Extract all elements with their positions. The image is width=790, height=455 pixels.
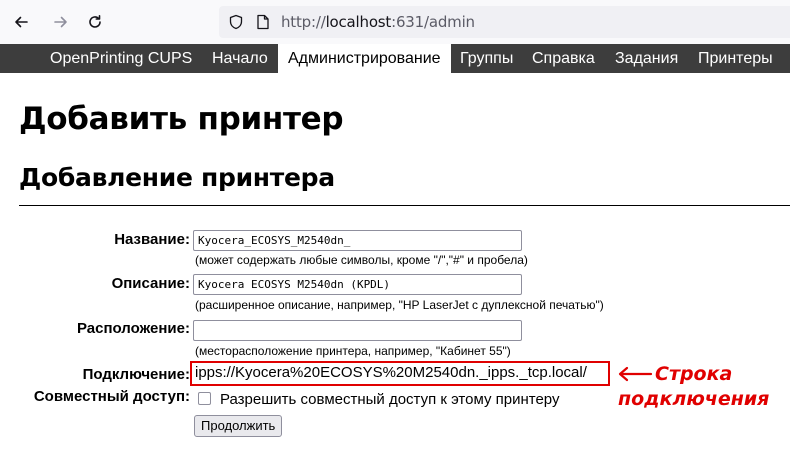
- location-hint: (месторасположение принтера, например, "…: [195, 344, 511, 358]
- sharing-checkbox[interactable]: [198, 392, 211, 405]
- description-input[interactable]: Kyocera ECOSYS M2540dn (KPDL): [193, 274, 522, 295]
- location-input[interactable]: [193, 320, 522, 341]
- page-title: Добавить принтер: [19, 101, 344, 137]
- sharing-checkbox-label[interactable]: Разрешить совместный доступ к этому прин…: [220, 391, 559, 408]
- reload-button[interactable]: [81, 8, 109, 36]
- cups-menu-bar: OpenPrinting CUPS Начало Администрирован…: [0, 44, 790, 73]
- connection-value: ipps://Kyocera%20ECOSYS%20M2540dn._ipps.…: [195, 364, 587, 381]
- description-hint: (расширенное описание, например, "HP Las…: [195, 298, 604, 312]
- description-label: Описание:: [111, 275, 190, 292]
- annotation-line-2: подключения: [618, 388, 770, 410]
- name-label: Название:: [114, 231, 190, 248]
- menu-item-help[interactable]: Справка: [522, 44, 605, 73]
- section-title: Добавление принтера: [19, 163, 335, 192]
- url-text[interactable]: http://localhost:631/admin: [281, 13, 475, 31]
- browser-toolbar: http://localhost:631/admin: [0, 0, 790, 44]
- back-button[interactable]: [7, 8, 35, 36]
- menu-item-groups[interactable]: Группы: [450, 44, 523, 73]
- url-bar[interactable]: http://localhost:631/admin: [219, 6, 790, 38]
- section-divider: [19, 205, 790, 206]
- forward-arrow-icon: [54, 16, 67, 28]
- back-arrow-icon: [15, 16, 28, 28]
- shield-icon[interactable]: [228, 14, 244, 30]
- menu-item-administration[interactable]: Администрирование: [278, 44, 451, 73]
- url-scheme: http://: [281, 13, 326, 31]
- menu-item-openprinting-cups[interactable]: OpenPrinting CUPS: [40, 44, 202, 73]
- name-hint: (может содержать любые символы, кроме "/…: [195, 253, 528, 267]
- page-icon[interactable]: [256, 14, 270, 30]
- menu-item-printers[interactable]: Принтеры: [688, 44, 783, 73]
- continue-button[interactable]: Продолжить: [194, 415, 283, 437]
- location-label: Расположение:: [76, 320, 190, 337]
- annotation-arrow-icon: [618, 366, 653, 382]
- name-input[interactable]: Kyocera_ECOSYS_M2540dn_: [193, 230, 522, 251]
- url-path: :631/admin: [391, 13, 475, 31]
- reload-icon: [89, 15, 101, 28]
- sharing-label: Совместный доступ:: [33, 388, 190, 405]
- connection-annotation: Строка подключения: [618, 362, 769, 412]
- connection-label: Подключение:: [82, 366, 190, 383]
- forward-button[interactable]: [47, 8, 75, 36]
- menu-item-jobs[interactable]: Задания: [605, 44, 688, 73]
- url-host: localhost: [325, 13, 392, 31]
- menu-item-home[interactable]: Начало: [202, 44, 278, 73]
- annotation-line-1: Строка: [655, 363, 733, 385]
